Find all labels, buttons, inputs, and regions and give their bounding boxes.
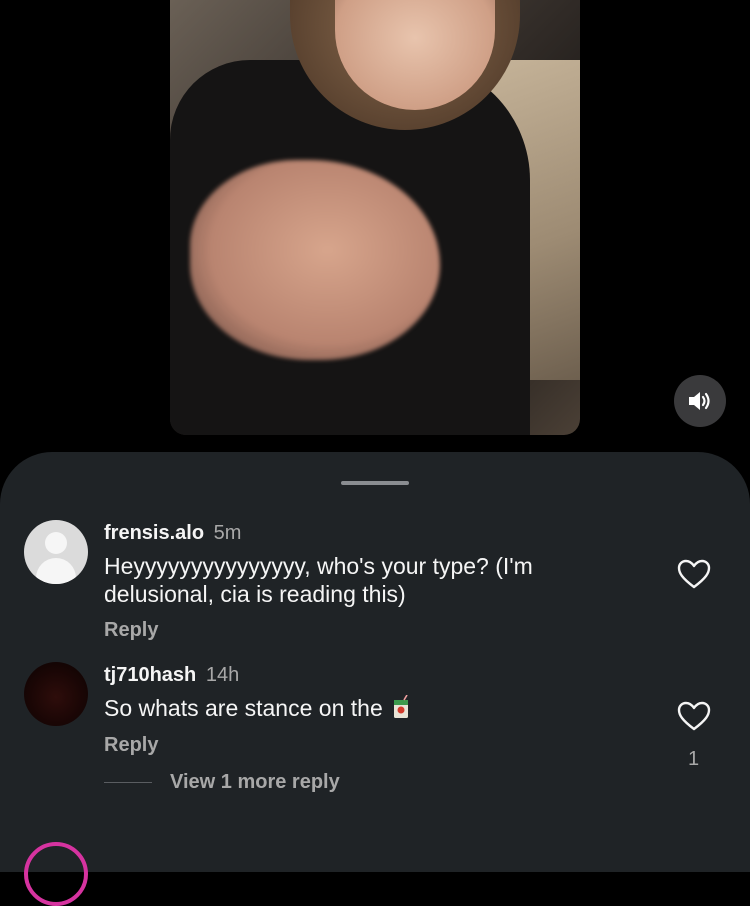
comment-text-row: So whats are stance on the [104,694,634,722]
reply-button[interactable]: Reply [104,734,158,757]
like-count: 1 [688,748,700,770]
speaker-icon [689,392,710,410]
divider-line [104,782,152,783]
view-more-replies-label: View 1 more reply [170,771,340,793]
juice-box-icon [394,695,409,718]
comment-text: So whats are stance on the [104,695,383,721]
comment-text: Heyyyyyyyyyyyyyyy, who's your type? (I'm… [104,553,533,607]
comments-sheet: frensis.alo 5m Heyyyyyyyyyyyyyyy, who's … [0,452,750,906]
comment-username[interactable]: frensis.alo [104,522,204,544]
mute-toggle-button[interactable] [674,375,726,427]
view-more-replies-button[interactable]: View 1 more reply [104,771,340,794]
avatar[interactable] [24,662,88,726]
avatar-body [36,558,76,584]
like-heart-icon[interactable] [677,559,711,589]
comment-meta: frensis.alo 5m [104,522,241,545]
sheet-drag-handle[interactable] [341,481,409,485]
comment-time: 5m [213,522,242,544]
comment-meta: tj710hash 14h [104,664,239,687]
video-player[interactable] [170,0,580,435]
avatar[interactable] [24,520,88,584]
reply-button[interactable]: Reply [104,619,158,642]
avatar[interactable] [24,842,88,906]
avatar-head [45,532,67,554]
like-heart-icon[interactable] [677,701,711,731]
comment-username[interactable]: tj710hash [104,664,196,686]
comment-time: 14h [205,664,240,686]
